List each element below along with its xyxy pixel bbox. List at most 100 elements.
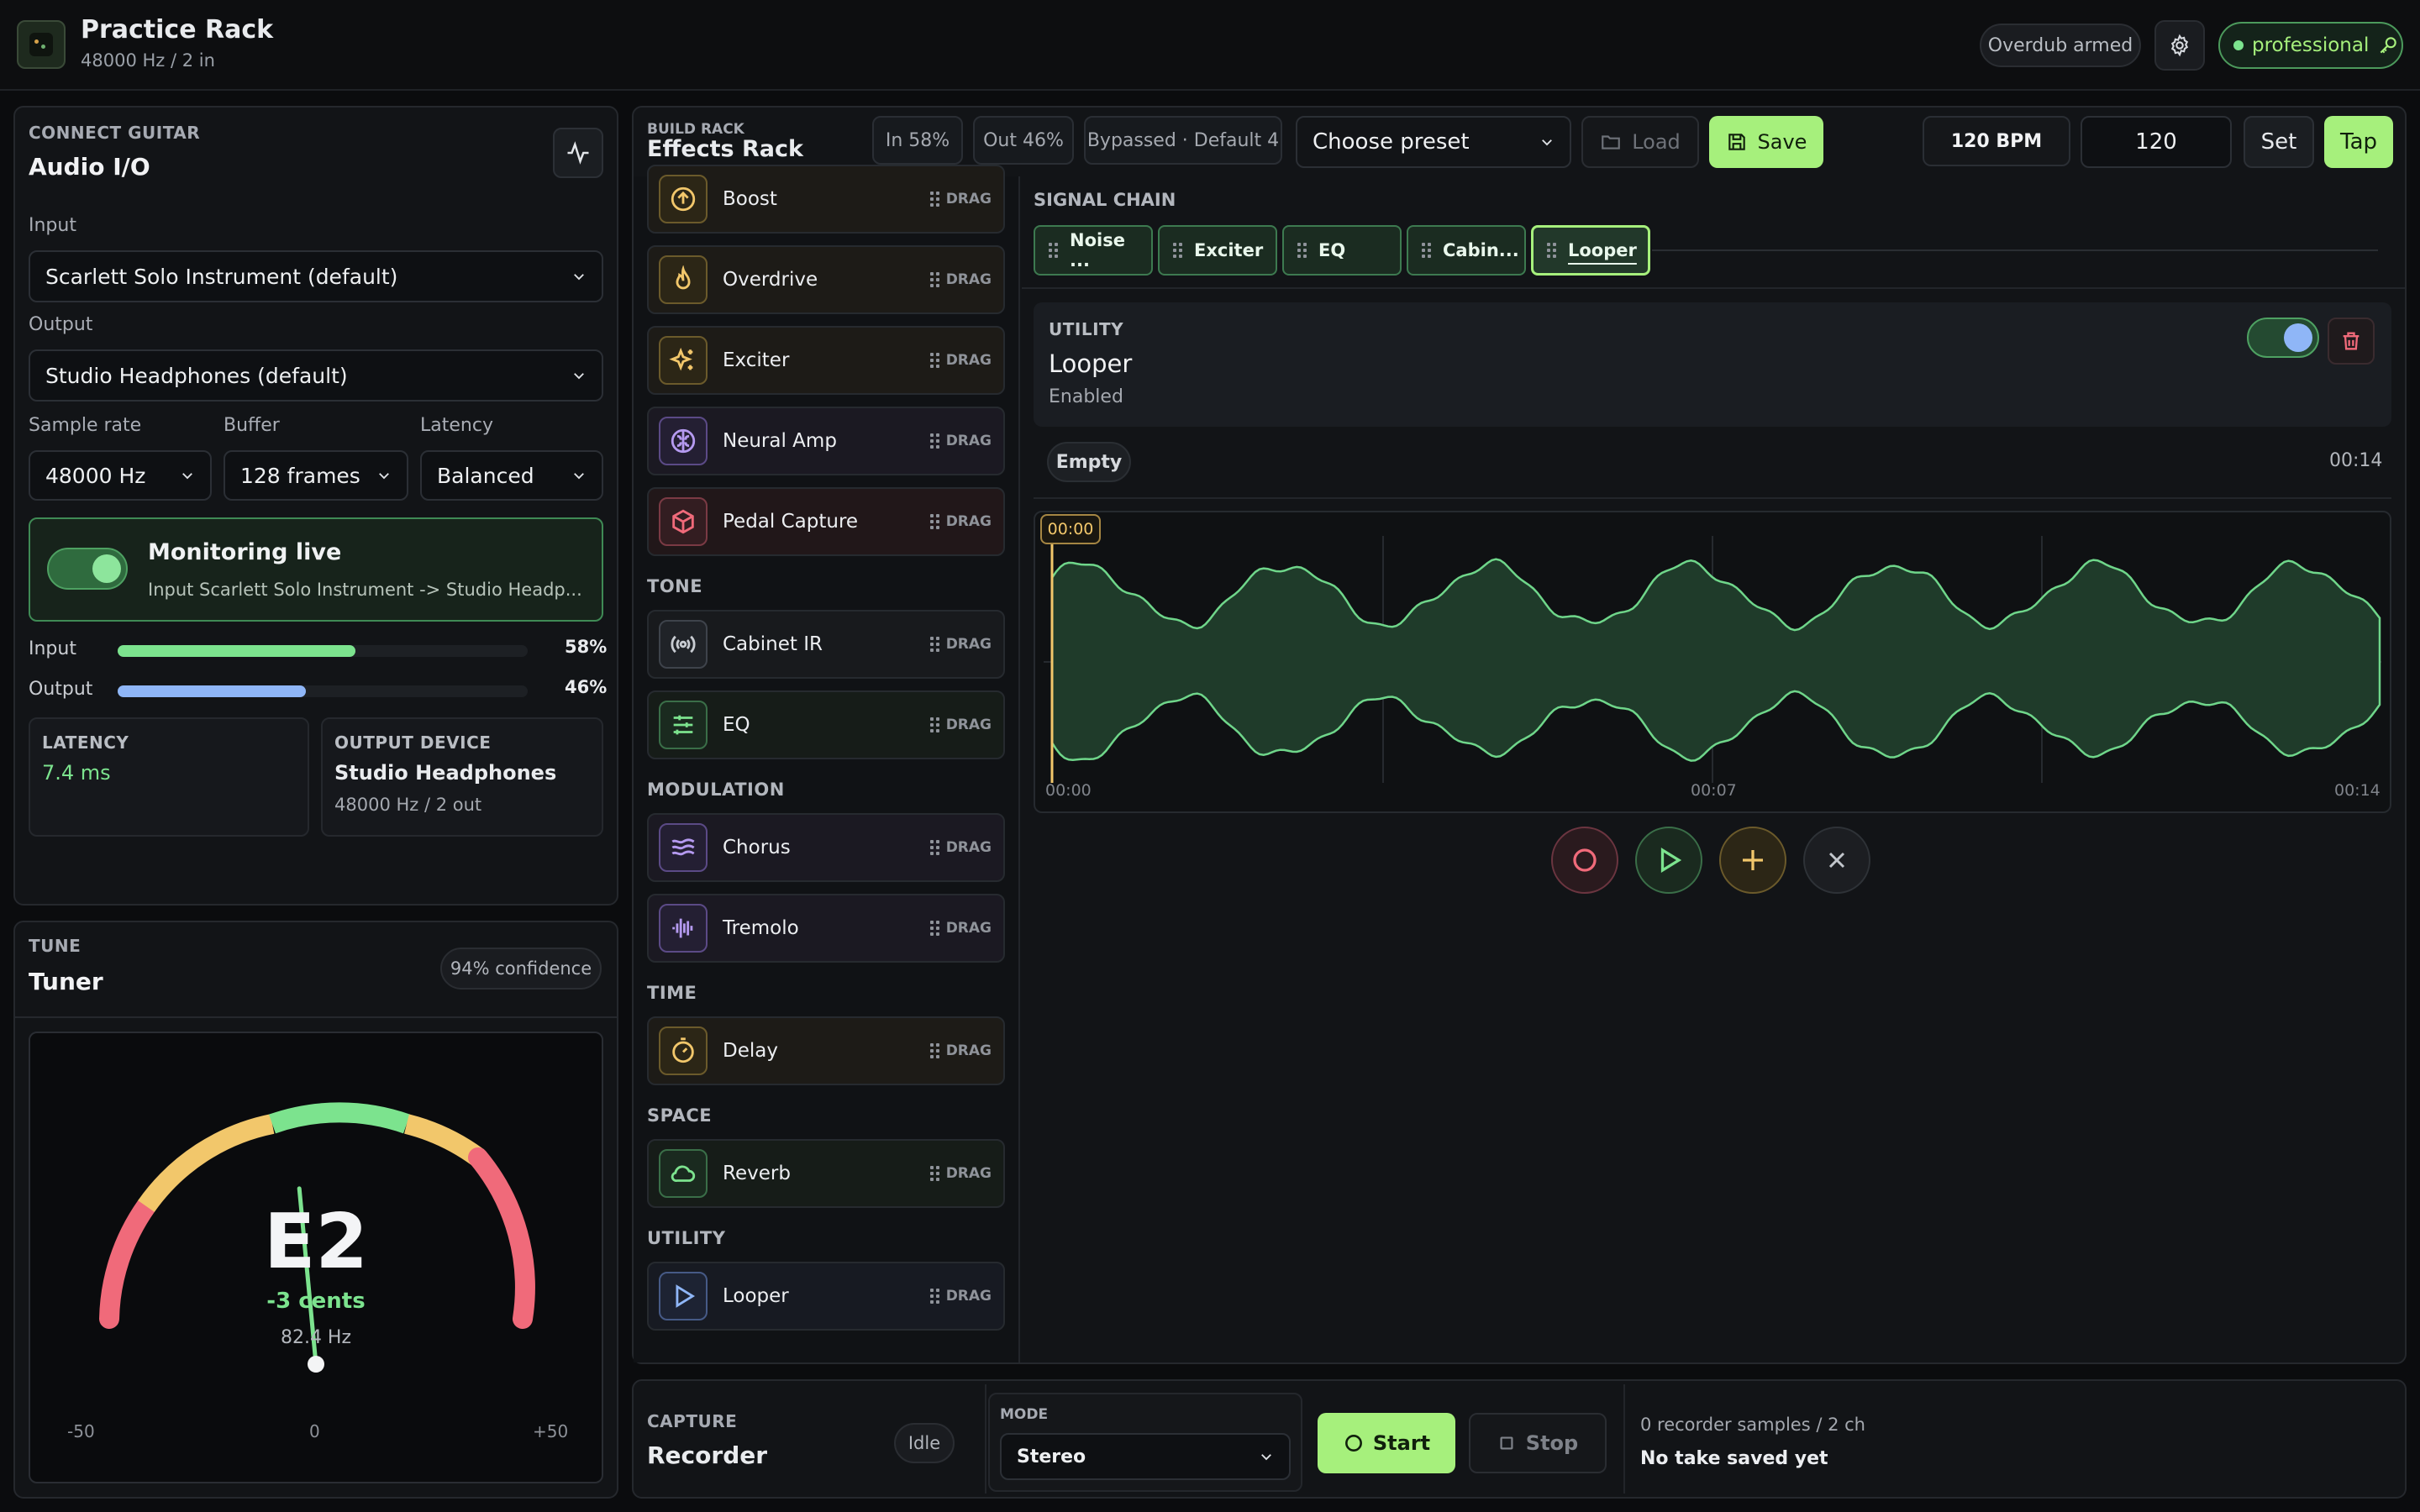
tuner-note: E2 [263, 1198, 369, 1286]
effect-name: Exciter [723, 349, 790, 371]
monitoring-toggle[interactable] [47, 548, 128, 590]
signal-chain-caption: SIGNAL CHAIN [1034, 190, 1176, 210]
latency-select[interactable]: Balanced [420, 450, 603, 501]
bpm-input[interactable]: 120 [2081, 116, 2232, 168]
close-icon [1828, 852, 1845, 869]
waves-icon [659, 823, 708, 872]
recorder-title: Recorder [647, 1441, 768, 1469]
effect-item-reverb[interactable]: Reverb DRAG [647, 1139, 1005, 1208]
looper-title: Looper [1049, 349, 1133, 378]
drag-handle[interactable]: DRAG [929, 513, 992, 530]
chain-item-looper[interactable]: Looper [1531, 225, 1650, 276]
toggle-knob [92, 554, 121, 583]
drag-grip [1547, 243, 1556, 258]
output-device-value: Studio Headphones (default) [45, 363, 348, 388]
drag-handle[interactable]: DRAG [929, 1165, 992, 1182]
stop-label: Stop [1525, 1431, 1579, 1455]
mode-select[interactable]: Stereo [1000, 1433, 1291, 1480]
preset-placeholder: Choose preset [1313, 129, 1470, 155]
chevron-down-icon [1542, 139, 1552, 146]
output-meter-label: Output [29, 679, 93, 700]
output-device-detail: 48000 Hz / 2 out [334, 795, 482, 815]
brain-icon [659, 417, 708, 465]
output-device-select[interactable]: Studio Headphones (default) [29, 349, 603, 402]
record-loop-button[interactable] [1551, 827, 1618, 894]
drag-handle[interactable]: DRAG [929, 839, 992, 856]
chain-item-exciter[interactable]: Exciter [1158, 225, 1277, 276]
looper-state-badge: Empty [1047, 442, 1131, 482]
boost-icon [659, 175, 708, 223]
key-icon [2380, 37, 2397, 54]
chain-item-eq[interactable]: EQ [1282, 225, 1402, 276]
tap-tempo-button[interactable]: Tap [2324, 116, 2393, 168]
drag-handle[interactable]: DRAG [929, 636, 992, 653]
preset-select[interactable]: Choose preset [1296, 116, 1571, 168]
looper-status: Enabled [1049, 386, 1123, 407]
drag-handle[interactable]: DRAG [929, 717, 992, 733]
effect-item-cabinet-ir[interactable]: Cabinet IR DRAG [647, 610, 1005, 679]
tuner-caption: TUNE [29, 936, 82, 956]
tuner-frequency: 82.4 Hz [280, 1327, 352, 1348]
load-label: Load [1632, 130, 1681, 154]
stop-recording-button[interactable]: Stop [1469, 1413, 1607, 1473]
user-license-badge[interactable]: professional [2218, 22, 2403, 69]
sliders-icon [659, 701, 708, 749]
buffer-select[interactable]: 128 frames [224, 450, 408, 501]
looper-length: 00:14 [2329, 450, 2383, 471]
output-meter-track [118, 685, 528, 697]
effect-item-pedal-capture[interactable]: Pedal Capture DRAG [647, 487, 1005, 556]
set-bpm-button[interactable]: Set [2244, 116, 2314, 168]
input-meter-label: Input [29, 638, 76, 659]
activity-button[interactable] [553, 128, 603, 178]
effect-item-overdrive[interactable]: Overdrive DRAG [647, 245, 1005, 314]
load-button[interactable]: Load [1581, 116, 1699, 168]
effect-item-eq[interactable]: EQ DRAG [647, 690, 1005, 759]
save-button[interactable]: Save [1709, 116, 1823, 168]
input-device-select[interactable]: Scarlett Solo Instrument (default) [29, 250, 603, 302]
delete-effect-button[interactable] [2328, 318, 2375, 365]
effect-item-looper[interactable]: Looper DRAG [647, 1262, 1005, 1331]
drag-handle[interactable]: DRAG [929, 920, 992, 937]
drag-handle[interactable]: DRAG [929, 433, 992, 449]
effect-item-neural-amp[interactable]: Neural Amp DRAG [647, 407, 1005, 475]
audio-wave-icon [659, 904, 708, 953]
effect-item-delay[interactable]: Delay DRAG [647, 1016, 1005, 1085]
section-time: TIME [647, 983, 697, 1003]
drag-grip [1049, 243, 1058, 258]
effect-item-tremolo[interactable]: Tremolo DRAG [647, 894, 1005, 963]
drag-handle[interactable]: DRAG [929, 1288, 992, 1305]
settings-button[interactable] [2154, 20, 2205, 71]
playhead-time-badge: 00:00 [1040, 514, 1101, 544]
record-icon [1344, 1435, 1362, 1452]
audio-io-caption: CONNECT GUITAR [29, 123, 201, 143]
status-dot [2233, 40, 2244, 50]
output-label: Output [29, 314, 93, 335]
loop-waveform [1044, 536, 2381, 783]
chain-divider [1652, 249, 2378, 251]
input-meter-value: 58% [565, 637, 608, 657]
drag-handle[interactable]: DRAG [929, 352, 992, 369]
play-loop-button[interactable] [1635, 827, 1702, 894]
sample-rate-select[interactable]: 48000 Hz [29, 450, 212, 501]
effect-item-boost[interactable]: Boost DRAG [647, 165, 1005, 234]
chain-item-cabinet[interactable]: Cabin... [1407, 225, 1526, 276]
looper-enable-toggle[interactable] [2247, 318, 2319, 358]
drag-handle[interactable]: DRAG [929, 271, 992, 288]
tuner-divider [13, 1016, 618, 1018]
start-recording-button[interactable]: Start [1318, 1413, 1455, 1473]
drag-handle[interactable]: DRAG [929, 191, 992, 207]
gauge-arc-amber-left [138, 1114, 275, 1213]
mode-value: Stereo [1017, 1446, 1086, 1467]
clear-loop-button[interactable] [1803, 827, 1870, 894]
effect-item-chorus[interactable]: Chorus DRAG [647, 813, 1005, 882]
effect-name: Boost [723, 188, 777, 210]
drag-handle[interactable]: DRAG [929, 1042, 992, 1059]
effect-item-exciter[interactable]: Exciter DRAG [647, 326, 1005, 395]
overdub-loop-button[interactable] [1719, 827, 1786, 894]
start-label: Start [1372, 1431, 1431, 1455]
chevron-down-icon [1261, 1454, 1271, 1461]
scale-min-label: -50 [67, 1421, 95, 1441]
gauge-arc-amber-right [403, 1114, 485, 1166]
folder-icon [1602, 135, 1621, 150]
chain-item-noise-gate[interactable]: Noise ... [1034, 225, 1153, 276]
